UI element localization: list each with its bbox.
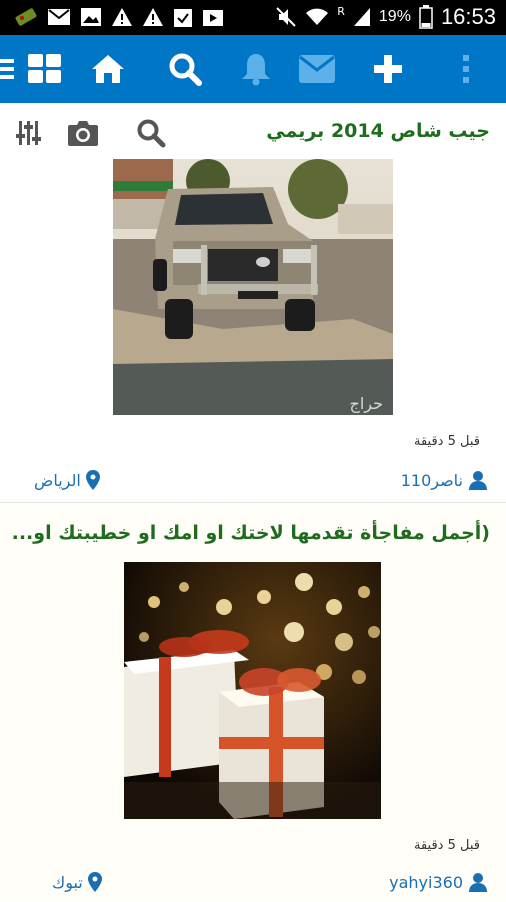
image-watermark: حراج [350, 394, 384, 414]
battery-percent: 19% [378, 8, 411, 25]
camera-icon[interactable] [67, 117, 99, 149]
post-title[interactable]: (أجمل مفاجأة تقدمها لاختك او امك او خطيب… [12, 522, 490, 544]
post-meta-row: تبوك yahyi360 [0, 866, 506, 902]
post-time: قبل 5 دقيقة [413, 434, 480, 449]
map-pin-icon [87, 872, 102, 892]
post-city[interactable]: الرياض [34, 471, 81, 490]
bell-icon[interactable] [237, 50, 275, 88]
app-notification-icon [15, 8, 37, 26]
post-city[interactable]: تبوك [52, 873, 83, 892]
filter-sliders-icon[interactable] [13, 117, 45, 149]
post-image[interactable] [124, 562, 381, 819]
map-pin-icon [85, 470, 100, 490]
warning-icon [112, 8, 132, 26]
warning-icon [143, 8, 163, 26]
post-author[interactable]: yahyi360 [389, 872, 488, 892]
signal-indicator: R [337, 4, 345, 18]
home-icon[interactable] [89, 50, 127, 88]
post-author[interactable]: ناصر110 [401, 470, 488, 490]
post-username[interactable]: yahyi360 [389, 873, 463, 892]
user-icon [469, 873, 487, 892]
search-icon[interactable] [135, 117, 167, 149]
post-title[interactable]: جيب شاص 2014 بريمي [266, 120, 490, 142]
clipboard-check-icon [174, 9, 192, 27]
media-player-icon [203, 10, 223, 26]
mute-icon [276, 7, 296, 27]
clock: 16:53 [440, 4, 496, 29]
search-icon[interactable] [166, 50, 204, 88]
post-image[interactable]: حراج [113, 159, 393, 415]
mail-icon[interactable] [298, 50, 336, 88]
post-meta-row: الرياض ناصر110 [0, 464, 506, 500]
battery-icon [419, 5, 433, 29]
gallery-icon [81, 8, 101, 26]
post-time: قبل 5 دقيقة [413, 838, 480, 853]
more-vertical-icon[interactable] [447, 50, 485, 88]
user-icon [469, 471, 487, 490]
top-nav-bar [0, 35, 506, 103]
plus-icon[interactable] [369, 50, 407, 88]
signal-icon [353, 8, 370, 26]
gmail-icon [48, 9, 70, 25]
grid-icon[interactable] [26, 50, 64, 88]
status-bar: R 19% 16:53 [0, 0, 506, 35]
post-location[interactable]: تبوك [52, 872, 102, 892]
wifi-icon [306, 8, 329, 25]
post-username[interactable]: ناصر110 [401, 471, 463, 490]
post-location[interactable]: الرياض [34, 470, 100, 490]
menu-icon[interactable] [0, 50, 16, 88]
